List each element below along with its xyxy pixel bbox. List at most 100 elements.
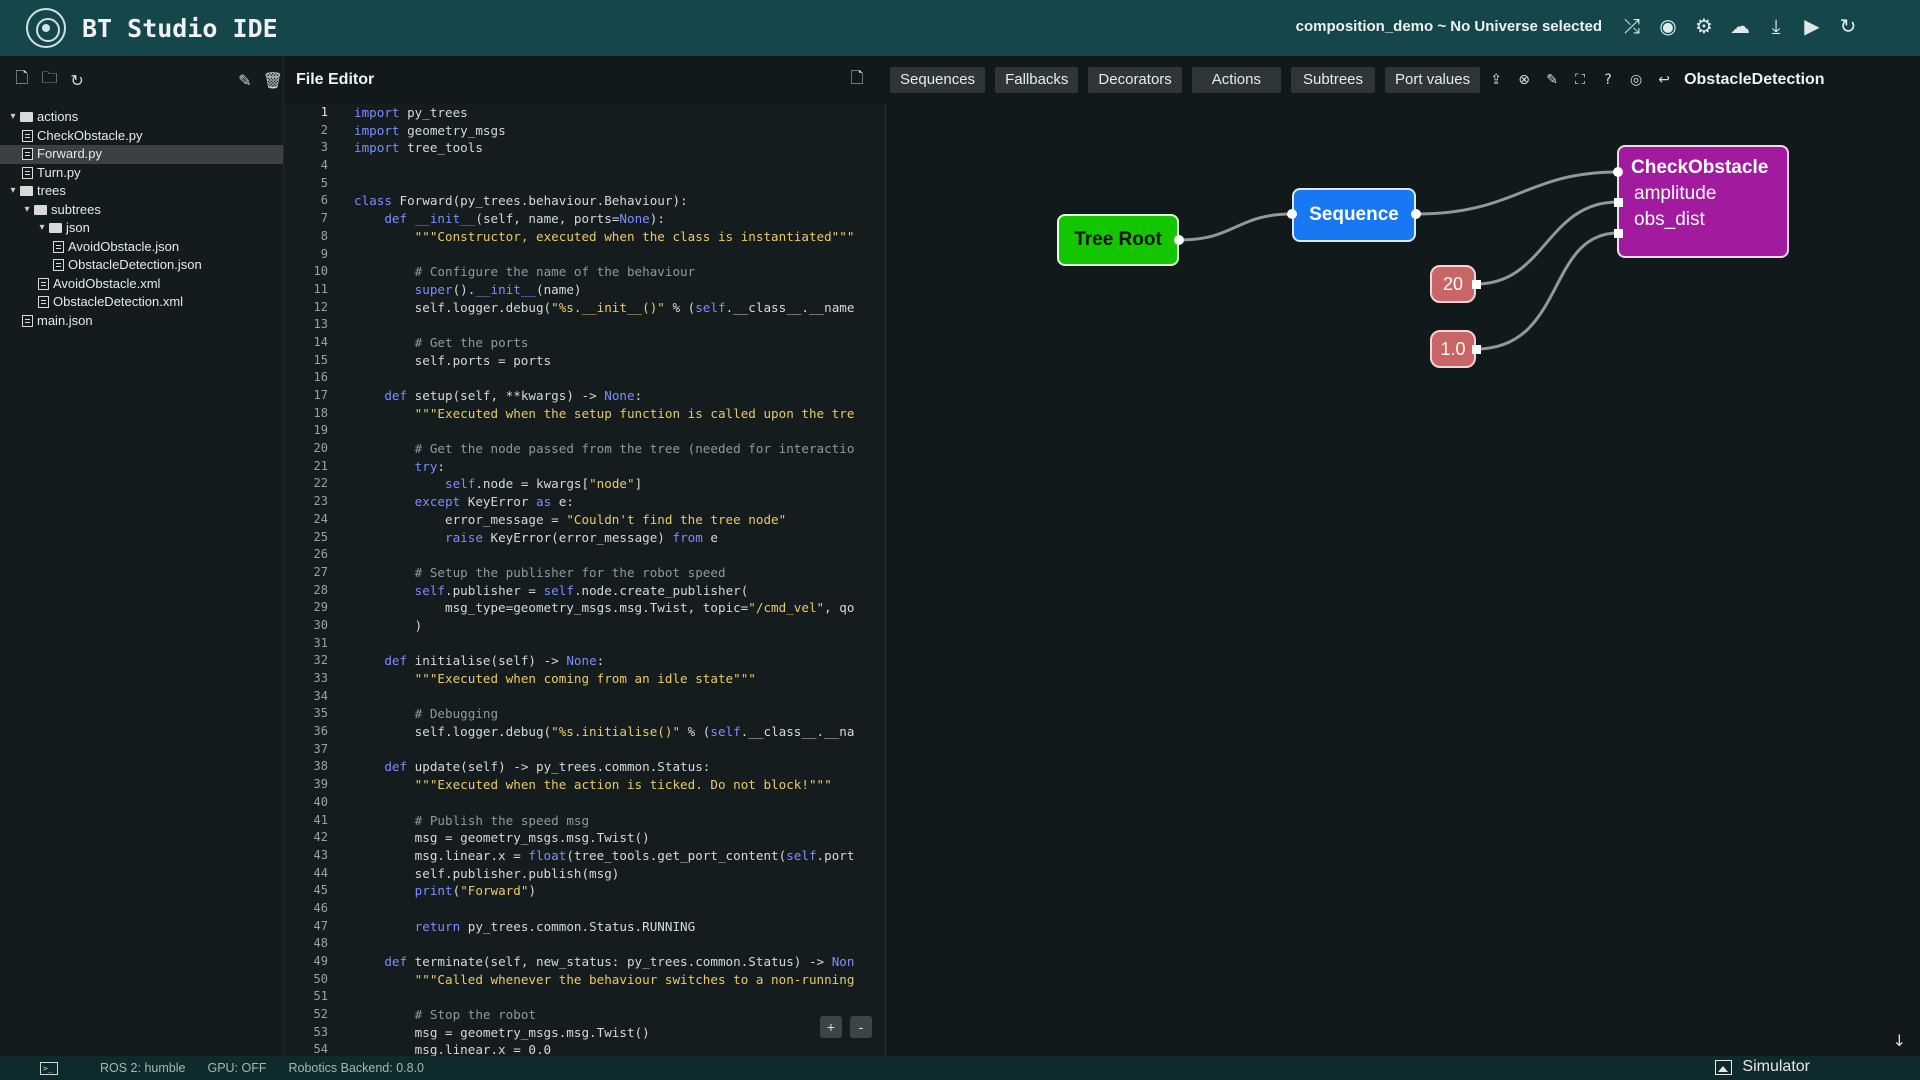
edit-icon[interactable]: ✎ xyxy=(235,69,255,91)
code-line[interactable]: # Get the node passed from the tree (nee… xyxy=(354,440,885,458)
simulator-button[interactable]: Simulator xyxy=(1715,1058,1810,1076)
tree-item-forward-py[interactable]: Forward.py xyxy=(0,145,283,164)
code-line[interactable]: import py_trees xyxy=(354,104,885,122)
gear-icon[interactable]: ⚙ xyxy=(1692,14,1716,38)
code-line[interactable]: ) xyxy=(354,617,885,635)
value-node-obs-dist[interactable]: 1.0 xyxy=(1430,330,1476,368)
code-line[interactable]: # Get the ports xyxy=(354,334,885,352)
code-line[interactable]: def setup(self, **kwargs) -> None: xyxy=(354,387,885,405)
tree-root-node[interactable]: Tree Root xyxy=(1057,214,1179,266)
globe-icon[interactable]: ◉ xyxy=(1656,14,1680,38)
code-line[interactable] xyxy=(354,175,885,193)
tree-item-obstacledetection-json[interactable]: ObstacleDetection.json xyxy=(0,256,283,275)
amplitude-port[interactable] xyxy=(1614,198,1623,207)
tree-item-obstacledetection-xml[interactable]: ObstacleDetection.xml xyxy=(0,293,283,312)
code-line[interactable] xyxy=(354,157,885,175)
help-icon[interactable]: ? xyxy=(1598,70,1618,90)
tree-item-checkobstacle-py[interactable]: CheckObstacle.py xyxy=(0,127,283,146)
code-line[interactable]: self.publisher = self.node.create_publis… xyxy=(354,582,885,600)
code-line[interactable] xyxy=(354,900,885,918)
sequences-button[interactable]: Sequences xyxy=(890,67,986,93)
code-line[interactable] xyxy=(354,246,885,264)
code-line[interactable]: def terminate(self, new_status: py_trees… xyxy=(354,953,885,971)
upload-icon[interactable]: ⇪ xyxy=(1486,70,1506,90)
code-line[interactable] xyxy=(354,635,885,653)
code-line[interactable] xyxy=(354,546,885,564)
code-line[interactable]: # Configure the name of the behaviour xyxy=(354,263,885,281)
value-node-amplitude[interactable]: 20 xyxy=(1430,265,1476,303)
tree-item-turn-py[interactable]: Turn.py xyxy=(0,164,283,183)
return-icon[interactable]: ↩ xyxy=(1654,70,1674,90)
code-line[interactable]: msg = geometry_msgs.msg.Twist() xyxy=(354,829,885,847)
shuffle-icon[interactable]: ⤮ xyxy=(1620,14,1644,38)
tree-item-avoidobstacle-xml[interactable]: AvoidObstacle.xml xyxy=(0,275,283,294)
code-line[interactable]: import tree_tools xyxy=(354,139,885,157)
code-line[interactable]: self.logger.debug("%s.__init__()" % (sel… xyxy=(354,299,885,317)
code-line[interactable] xyxy=(354,935,885,953)
new-file-icon[interactable]: 🗋 xyxy=(12,68,32,91)
tree-item-actions[interactable]: ▾ actions xyxy=(0,108,283,127)
zoom-out-button[interactable]: - xyxy=(850,1016,872,1038)
behavior-tree-canvas[interactable]: Tree Root Sequence CheckObstacle amplitu… xyxy=(886,104,1920,1056)
code-line[interactable]: return py_trees.common.Status.RUNNING xyxy=(354,918,885,936)
tree-item-main-json[interactable]: main.json xyxy=(0,312,283,331)
code-line[interactable]: error_message = "Couldn't find the tree … xyxy=(354,511,885,529)
code-line[interactable]: msg.linear.x = 0.0 xyxy=(354,1041,885,1056)
tree-item-avoidobstacle-json[interactable]: AvoidObstacle.json xyxy=(0,238,283,257)
code-line[interactable]: # Debugging xyxy=(354,705,885,723)
input-port[interactable] xyxy=(1613,167,1623,177)
code-line[interactable]: self.ports = ports xyxy=(354,352,885,370)
code-line[interactable]: except KeyError as e: xyxy=(354,493,885,511)
refresh-icon[interactable]: ↻ xyxy=(67,69,87,91)
code-line[interactable]: # Setup the publisher for the robot spee… xyxy=(354,564,885,582)
code-line[interactable]: """Executed when the setup function is c… xyxy=(354,405,885,423)
edit-icon[interactable]: ✎ xyxy=(1542,70,1562,90)
code-line[interactable] xyxy=(354,316,885,334)
code-line[interactable] xyxy=(354,988,885,1006)
cloud-upload-icon[interactable]: ☁ xyxy=(1728,14,1752,38)
code-content[interactable]: import py_trees import geometry_msgs impor… xyxy=(354,104,885,1056)
fallbacks-button[interactable]: Fallbacks xyxy=(995,67,1079,93)
check-obstacle-node[interactable]: CheckObstacle amplitude obs_dist xyxy=(1617,145,1789,258)
tree-item-trees[interactable]: ▾ trees xyxy=(0,182,283,201)
output-port[interactable] xyxy=(1411,209,1421,219)
value-output-port[interactable] xyxy=(1472,280,1481,289)
code-line[interactable] xyxy=(354,369,885,387)
code-line[interactable]: super().__init__(name) xyxy=(354,281,885,299)
code-line[interactable] xyxy=(354,688,885,706)
obs-dist-port[interactable] xyxy=(1614,229,1623,238)
zoom-in-button[interactable]: + xyxy=(820,1016,842,1038)
new-folder-icon[interactable]: 🗀 xyxy=(40,68,60,91)
code-line[interactable]: msg = geometry_msgs.msg.Twist() xyxy=(354,1024,885,1042)
code-line[interactable]: self.logger.debug("%s.initialise()" % (s… xyxy=(354,723,885,741)
code-line[interactable] xyxy=(354,794,885,812)
refresh-icon[interactable]: ↻ xyxy=(1836,14,1860,38)
eye-icon[interactable]: ◎ xyxy=(1626,70,1646,90)
code-line[interactable] xyxy=(354,422,885,440)
value-output-port[interactable] xyxy=(1472,345,1481,354)
download-icon[interactable]: ⤓ xyxy=(1764,14,1788,38)
code-line[interactable]: import geometry_msgs xyxy=(354,122,885,140)
input-port[interactable] xyxy=(1287,209,1297,219)
code-line[interactable]: """Executed when coming from an idle sta… xyxy=(354,670,885,688)
code-line[interactable]: self.publisher.publish(msg) xyxy=(354,865,885,883)
code-line[interactable]: """Executed when the action is ticked. D… xyxy=(354,776,885,794)
code-line[interactable] xyxy=(354,741,885,759)
code-line[interactable]: # Stop the robot xyxy=(354,1006,885,1024)
terminal-icon[interactable]: >_ xyxy=(40,1061,58,1075)
play-icon[interactable]: ▶ xyxy=(1800,14,1824,38)
code-line[interactable]: """Called whenever the behaviour switche… xyxy=(354,971,885,989)
code-line[interactable]: def initialise(self) -> None: xyxy=(354,652,885,670)
code-line[interactable]: raise KeyError(error_message) from e xyxy=(354,529,885,547)
subtrees-button[interactable]: Subtrees xyxy=(1290,67,1376,93)
fullscreen-icon[interactable]: ⛶ xyxy=(1570,70,1590,90)
new-file-icon[interactable]: 🗋 xyxy=(846,68,868,91)
code-line[interactable]: msg.linear.x = float(tree_tools.get_port… xyxy=(354,847,885,865)
code-line[interactable]: msg_type=geometry_msgs.msg.Twist, topic=… xyxy=(354,599,885,617)
code-line[interactable]: # Publish the speed msg xyxy=(354,812,885,830)
code-line[interactable]: print("Forward") xyxy=(354,882,885,900)
code-line[interactable]: def __init__(self, name, ports=None): xyxy=(354,210,885,228)
tree-item-json[interactable]: ▾ json xyxy=(0,219,283,238)
code-line[interactable]: self.node = kwargs["node"] xyxy=(354,475,885,493)
actions-button[interactable]: Actions xyxy=(1191,67,1281,93)
